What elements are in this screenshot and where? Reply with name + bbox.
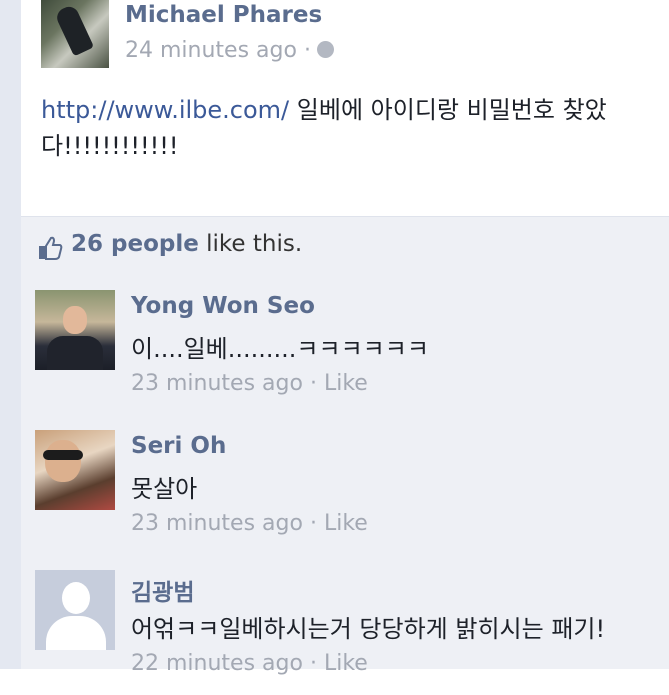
comment-author[interactable]: Yong Won Seo xyxy=(131,293,315,319)
meta-separator: · xyxy=(309,511,317,536)
comment: Seri Oh 못살아 23 minutes ago · Like xyxy=(21,415,669,555)
thumbs-up-icon xyxy=(39,236,63,260)
comments-list: Yong Won Seo 이....일베.........ㅋㅋㅋㅋㅋㅋ 23 m… xyxy=(21,275,669,676)
post-meta: 24 minutes ago · xyxy=(125,38,334,63)
likes-suffix: like this. xyxy=(206,231,303,257)
meta-separator: · xyxy=(309,651,317,676)
comment: Yong Won Seo 이....일베.........ㅋㅋㅋㅋㅋㅋ 23 m… xyxy=(21,275,669,415)
comment-timestamp[interactable]: 23 minutes ago xyxy=(131,511,303,536)
comment-timestamp[interactable]: 23 minutes ago xyxy=(131,371,303,396)
meta-separator: · xyxy=(303,38,311,63)
post-author-name[interactable]: Michael Phares xyxy=(125,2,322,28)
comment-like-link[interactable]: Like xyxy=(324,651,368,676)
post-author-avatar[interactable] xyxy=(41,0,109,68)
comment-author[interactable]: Seri Oh xyxy=(131,433,226,459)
comment-timestamp[interactable]: 22 minutes ago xyxy=(131,651,303,676)
comment-text: 못살아 xyxy=(131,475,198,503)
comment-avatar[interactable] xyxy=(35,290,115,370)
comment-text: 어얶ㅋㅋ일베하시는거 당당하게 밝히시는 패기! xyxy=(131,615,606,643)
comment-meta: 23 minutes ago · Like xyxy=(131,371,368,396)
comment-meta: 22 minutes ago · Like xyxy=(131,651,368,676)
comment-avatar[interactable] xyxy=(35,570,115,650)
globe-icon[interactable] xyxy=(316,40,334,58)
comment-meta: 23 minutes ago · Like xyxy=(131,511,368,536)
left-rail xyxy=(0,0,21,669)
comment-text: 이....일베.........ㅋㅋㅋㅋㅋㅋ xyxy=(131,335,429,363)
comment-avatar[interactable] xyxy=(35,430,115,510)
post-link[interactable]: http://www.ilbe.com/ xyxy=(41,96,289,124)
post-body: http://www.ilbe.com/ 일베에 아이디랑 비밀번호 찾았다!!… xyxy=(41,92,666,164)
likes-bar: 26 people like this. xyxy=(21,216,669,276)
comment-like-link[interactable]: Like xyxy=(324,511,368,536)
comment-like-link[interactable]: Like xyxy=(324,371,368,396)
likes-count[interactable]: 26 people xyxy=(71,231,199,257)
post-timestamp[interactable]: 24 minutes ago xyxy=(125,38,297,63)
likes-summary: 26 people like this. xyxy=(71,231,302,257)
meta-separator: · xyxy=(309,371,317,396)
post: Michael Phares 24 minutes ago · http://w… xyxy=(21,0,669,216)
comment: 김광범 어얶ㅋㅋ일베하시는거 당당하게 밝히시는 패기! 22 minutes … xyxy=(21,555,669,695)
comment-author[interactable]: 김광범 xyxy=(131,573,194,607)
